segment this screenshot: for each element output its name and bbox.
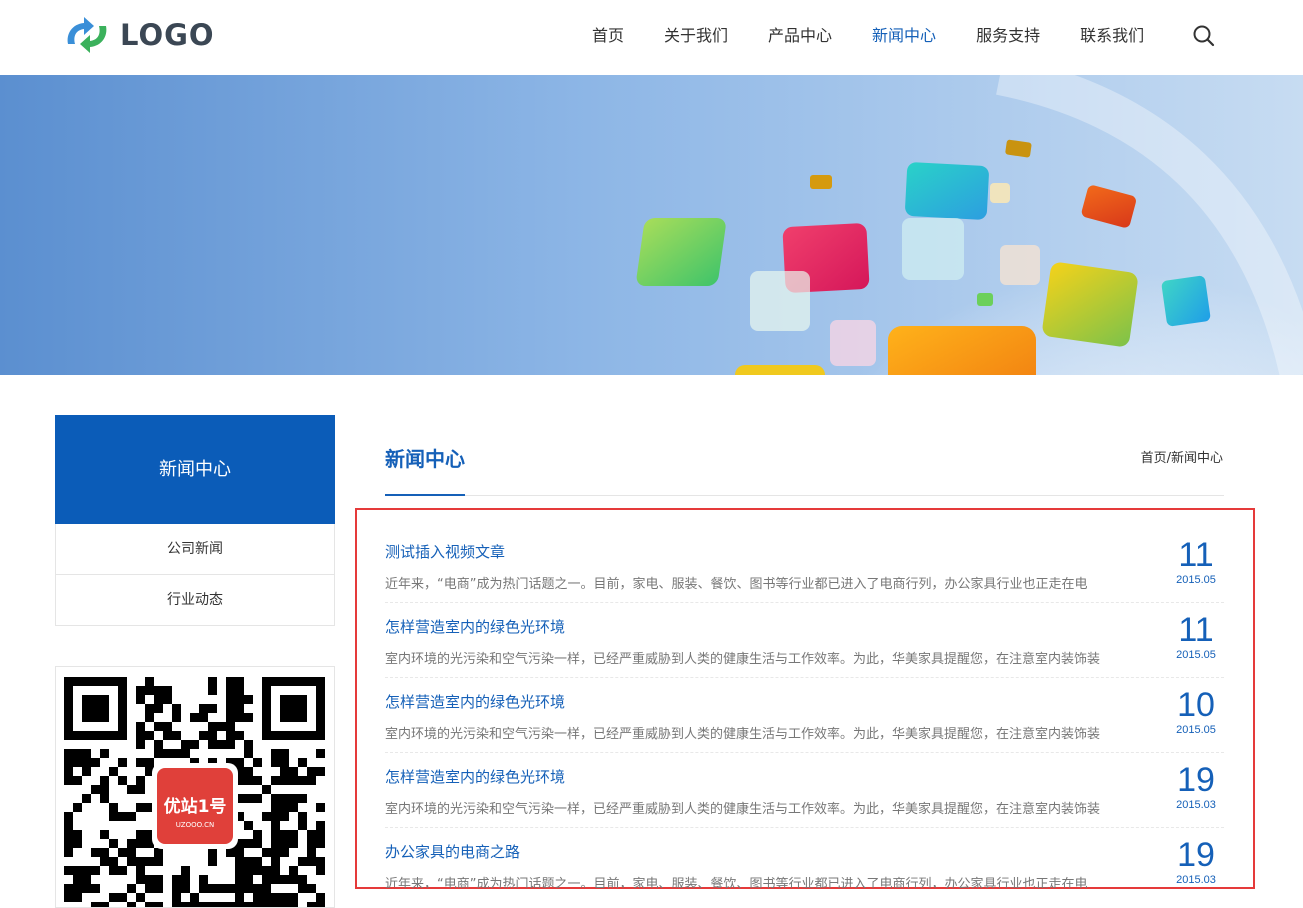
news-title[interactable]: 怎样营造室内的绿色光环境 — [385, 691, 565, 712]
breadcrumb: 首页/新闻中心 — [1141, 447, 1223, 466]
sidebar-item-company-news[interactable]: 公司新闻 — [56, 524, 334, 574]
news-month: 2015.05 — [1176, 574, 1216, 586]
news-title[interactable]: 怎样营造室内的绿色光环境 — [385, 766, 565, 787]
news-month: 2015.03 — [1176, 874, 1216, 886]
nav-news[interactable]: 新闻中心 — [852, 0, 956, 75]
news-day: 19 — [1177, 836, 1215, 874]
sidebar-title: 新闻中心 — [55, 415, 335, 524]
logo-text: LOGO — [120, 18, 215, 52]
title-underline — [385, 494, 465, 496]
sidebar-item-industry-news[interactable]: 行业动态 — [56, 574, 334, 625]
nav-about[interactable]: 关于我们 — [644, 0, 748, 75]
search-icon[interactable] — [1190, 22, 1218, 50]
list-item: 怎样营造室内的绿色光环境 室内环境的光污染和空气污染一样，已经严重威胁到人类的健… — [385, 753, 1224, 828]
qr-badge-subtext: UZOOO.CN — [176, 821, 214, 829]
list-item: 测试插入视频文章 近年来，“电商”成为热门话题之一。目前，家电、服装、餐饮、图书… — [385, 528, 1224, 603]
nav-products[interactable]: 产品中心 — [748, 0, 852, 75]
list-item: 怎样营造室内的绿色光环境 室内环境的光污染和空气污染一样，已经严重威胁到人类的健… — [385, 678, 1224, 753]
qr-code: 优站1号 UZOOO.CN — [55, 666, 335, 908]
news-day: 19 — [1177, 761, 1215, 799]
news-month: 2015.03 — [1176, 799, 1216, 811]
news-summary: 室内环境的光污染和空气污染一样，已经严重威胁到人类的健康生活与工作效率。为此，华… — [385, 727, 1101, 742]
news-list: 测试插入视频文章 近年来，“电商”成为热门话题之一。目前，家电、服装、餐饮、图书… — [385, 528, 1224, 888]
site-header: LOGO 首页 关于我们 产品中心 新闻中心 服务支持 联系我们 — [0, 0, 1303, 75]
news-title[interactable]: 怎样营造室内的绿色光环境 — [385, 616, 565, 637]
news-day: 10 — [1177, 686, 1215, 724]
main-nav: 首页 关于我们 产品中心 新闻中心 服务支持 联系我们 — [572, 0, 1164, 75]
nav-contact[interactable]: 联系我们 — [1060, 0, 1164, 75]
news-day: 11 — [1178, 536, 1214, 574]
news-summary: 近年来，“电商”成为热门话题之一。目前，家电、服装、餐饮、图书等行业都已进入了电… — [385, 877, 1088, 888]
news-month: 2015.05 — [1176, 649, 1216, 661]
nav-support[interactable]: 服务支持 — [956, 0, 1060, 75]
list-item: 办公家具的电商之路 近年来，“电商”成为热门话题之一。目前，家电、服装、餐饮、图… — [385, 828, 1224, 888]
news-summary: 室内环境的光污染和空气污染一样，已经严重威胁到人类的健康生活与工作效率。为此，华… — [385, 652, 1101, 667]
breadcrumb-home[interactable]: 首页 — [1141, 451, 1167, 466]
news-summary: 室内环境的光污染和空气污染一样，已经严重威胁到人类的健康生活与工作效率。为此，华… — [385, 802, 1101, 817]
news-title[interactable]: 办公家具的电商之路 — [385, 841, 520, 862]
list-item: 怎样营造室内的绿色光环境 室内环境的光污染和空气污染一样，已经严重威胁到人类的健… — [385, 603, 1224, 678]
qr-code-image: 优站1号 UZOOO.CN — [64, 677, 325, 907]
news-summary: 近年来，“电商”成为热门话题之一。目前，家电、服装、餐饮、图书等行业都已进入了电… — [385, 577, 1088, 592]
breadcrumb-current[interactable]: 新闻中心 — [1171, 451, 1223, 466]
banner-image — [0, 75, 1303, 375]
page-title: 新闻中心 — [385, 447, 465, 471]
hero-banner — [0, 75, 1303, 375]
logo-mark-icon — [67, 17, 107, 53]
title-divider — [385, 495, 1224, 496]
news-month: 2015.05 — [1176, 724, 1216, 736]
nav-home[interactable]: 首页 — [572, 0, 644, 75]
sidebar-menu: 公司新闻 行业动态 — [55, 524, 335, 626]
news-day: 11 — [1178, 611, 1214, 649]
news-title[interactable]: 测试插入视频文章 — [385, 541, 505, 562]
site-logo[interactable]: LOGO — [62, 14, 215, 56]
qr-badge-text: 优站1号 — [164, 796, 227, 817]
